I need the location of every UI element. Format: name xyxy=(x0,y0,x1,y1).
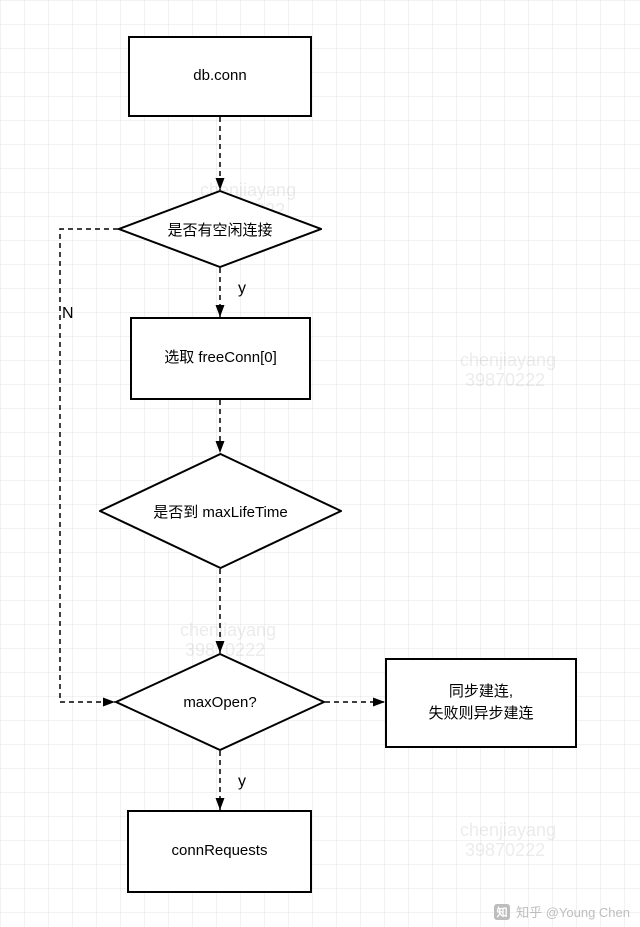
attribution: 知 知乎 @Young Chen xyxy=(494,902,630,921)
node-sync-connect: 同步建连, 失败则异步建连 xyxy=(385,658,577,748)
node-label: db.conn xyxy=(193,65,246,88)
zhihu-icon: 知 xyxy=(494,904,510,920)
node-label: maxOpen? xyxy=(115,653,325,751)
node-label: 选取 freeConn[0] xyxy=(164,347,277,370)
decision-idle-conn: 是否有空闲连接 xyxy=(118,190,322,268)
node-label: 是否有空闲连接 xyxy=(118,190,322,268)
node-pick-freeconn: 选取 freeConn[0] xyxy=(130,317,311,400)
edge-label-no: N xyxy=(62,305,74,323)
node-label: 同步建连, 失败则异步建连 xyxy=(428,681,533,726)
edge-label-yes: y xyxy=(238,773,246,791)
node-connrequests: connRequests xyxy=(127,810,312,893)
decision-maxopen: maxOpen? xyxy=(115,653,325,751)
attribution-text: 知乎 @Young Chen xyxy=(516,902,630,921)
node-db-conn: db.conn xyxy=(128,36,312,117)
edge-label-yes: y xyxy=(238,280,246,298)
decision-maxlifetime: 是否到 maxLifeTime xyxy=(99,453,342,569)
node-label: 是否到 maxLifeTime xyxy=(99,453,342,569)
node-label: connRequests xyxy=(172,840,268,863)
